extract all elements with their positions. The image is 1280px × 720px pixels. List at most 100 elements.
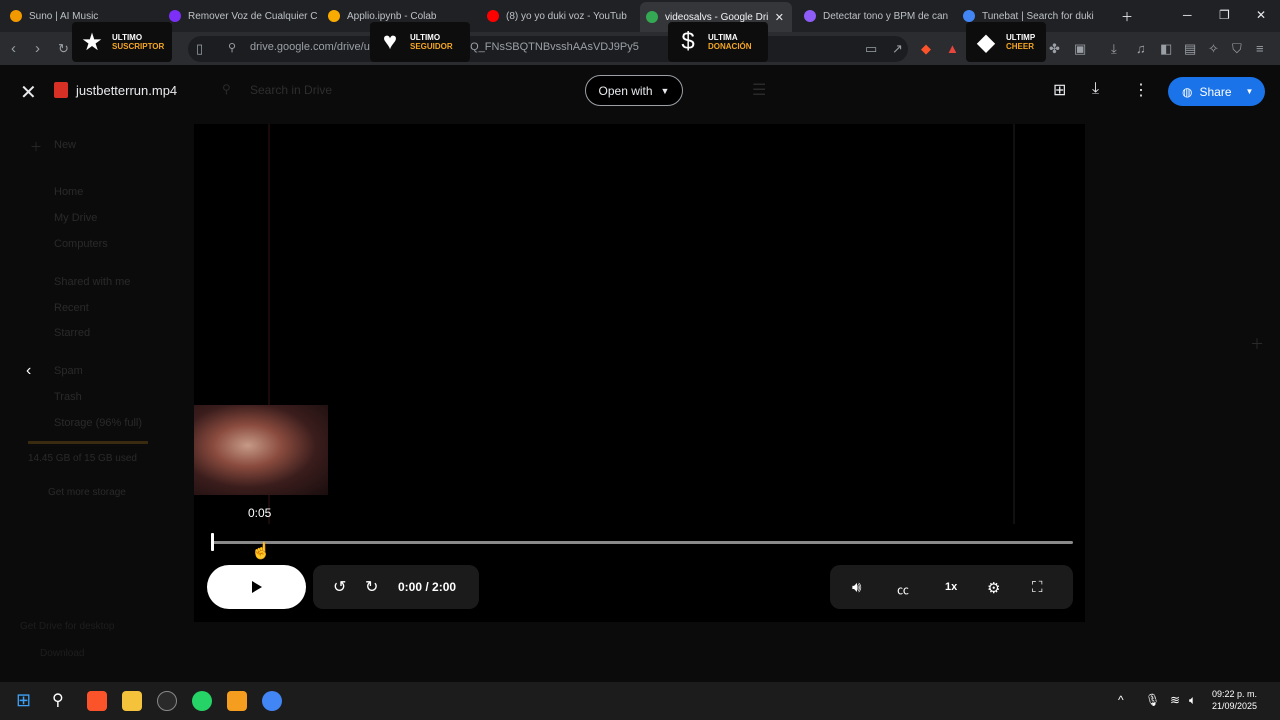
address-bar-row: ‹ › ↻ (0, 32, 1280, 65)
ai-sparkle-icon[interactable]: ✧ (1208, 41, 1219, 57)
tunebat-icon (963, 10, 975, 22)
volume-icon[interactable]: 🔊︎ (852, 579, 861, 596)
open-with-label: Open with (598, 83, 653, 98)
tab-title: Applio.ipynb - Colab (347, 10, 437, 22)
forward-icon[interactable]: › (35, 40, 40, 57)
tab-title: Detectar tono y BPM de can (823, 10, 949, 22)
close-viewer-icon[interactable]: ✕ (20, 80, 37, 105)
overlay-label: ULTIMA (708, 33, 738, 42)
scrub-preview-time: 0:05 (248, 506, 272, 520)
overlay-last-cheer: ◆ ULTIMP CHEER (966, 22, 1046, 62)
back-icon[interactable]: ‹ (11, 40, 16, 57)
sidebar-item-recent: Recent (54, 302, 89, 314)
star-icon: ★ (81, 28, 103, 56)
chrome-icon[interactable] (262, 691, 282, 711)
brave-browser-icon[interactable] (87, 691, 107, 711)
desktop-promo: Get Drive for desktop (20, 621, 115, 632)
overlay-label: ULTIMO (112, 33, 143, 42)
brave-rewards-icon[interactable]: ▲ (946, 41, 959, 56)
colab-icon (328, 10, 340, 22)
new-tab-button[interactable]: ＋ (1121, 8, 1133, 25)
seek-handle[interactable] (211, 533, 214, 551)
fl-studio-icon[interactable] (227, 691, 247, 711)
site-info-icon[interactable]: ⚲ (228, 41, 236, 54)
windows-start-icon[interactable]: ⊞ (16, 690, 31, 711)
wifi-icon[interactable]: ≋ (1170, 693, 1180, 707)
captions-icon[interactable]: ㏄ (897, 581, 909, 598)
tray-overflow-icon[interactable]: ^ (1118, 693, 1124, 707)
more-options-icon[interactable]: ⋮ (1133, 80, 1149, 100)
wallet-icon[interactable]: ▤ (1184, 41, 1196, 57)
overlay-last-subscriber: ★ ULTIMO SUSCRIPTOR (72, 22, 172, 62)
sidebar-item-starred: Starred (54, 327, 91, 339)
spotify-like-icon[interactable] (157, 691, 177, 711)
playback-speed-button[interactable]: 1x (945, 581, 957, 593)
download-icon[interactable]: ⤓ (1092, 80, 1099, 98)
settings-gear-icon[interactable]: ⚙ (987, 579, 1000, 597)
video-player[interactable] (194, 124, 1085, 622)
share-dropdown-icon[interactable]: ▼ (1246, 87, 1254, 96)
extension-box-icon[interactable]: ▣ (1074, 41, 1086, 57)
brave-shield-icon[interactable]: ◆ (921, 41, 931, 57)
seek-bar[interactable] (212, 541, 1073, 544)
add-comment-icon[interactable]: ⊞ (1053, 80, 1066, 100)
scrub-preview-thumbnail (194, 405, 328, 495)
taskbar-search-icon[interactable]: ⚲ (52, 690, 64, 710)
overlay-value: SEGUIDOR (410, 42, 453, 51)
fullscreen-icon[interactable]: ⛶ (1032, 579, 1043, 596)
close-tab-icon[interactable]: ✕ (775, 11, 784, 24)
tab-title: Remover Voz de Cualquier C (188, 10, 318, 22)
bookmark-icon[interactable]: ▯ (196, 41, 203, 57)
tab-title: videosalvs - Google Dri (665, 11, 769, 23)
download-app-button: Download (40, 648, 85, 659)
youtube-icon (487, 10, 499, 22)
clock-time: 09:22 p. m. (1212, 689, 1258, 699)
open-with-button[interactable]: Open with ▼ (585, 75, 683, 106)
vpn-shield-icon[interactable]: ⛉ (1232, 41, 1242, 57)
share-label: Share (1199, 84, 1232, 99)
tab-title: (8) yo yo duki voz - YouTub (506, 10, 627, 22)
menu-icon[interactable]: ≡ (1256, 41, 1264, 56)
tab-title: Suno | AI Music (29, 10, 99, 22)
browser-tab[interactable]: (8) yo yo duki voz - YouTub (481, 4, 636, 28)
collapse-sidebar-icon[interactable]: ‹ (26, 362, 31, 380)
filter-icon: ☰ (752, 82, 767, 99)
storage-text: 14.45 GB of 15 GB used (28, 453, 137, 464)
browser-tab[interactable]: Remover Voz de Cualquier C (163, 4, 318, 28)
minimize-button[interactable]: ─ (1183, 8, 1192, 22)
reload-icon[interactable]: ↻ (58, 41, 69, 57)
downloads-icon[interactable]: ⤓ (1111, 41, 1117, 57)
tab-title: Tunebat | Search for duki (982, 10, 1094, 22)
cast-icon[interactable]: ▭ (865, 41, 877, 57)
close-window-button[interactable]: ✕ (1256, 8, 1266, 22)
globe-icon: ◍ (1182, 84, 1193, 99)
forward-10-icon[interactable]: ↻ (365, 577, 378, 597)
rewind-10-icon[interactable]: ↺ (333, 577, 346, 597)
whatsapp-icon[interactable] (192, 691, 212, 711)
microphone-icon[interactable]: 🎙︎ (1145, 693, 1160, 707)
new-icon: ＋ (30, 140, 43, 154)
new-button: New (54, 139, 77, 151)
speaker-icon[interactable]: 🔈︎ (1189, 693, 1196, 708)
maximize-button[interactable]: ❐ (1219, 8, 1230, 22)
extensions-icon[interactable]: ✤ (1049, 41, 1060, 57)
mouse-cursor-icon: ☝ (251, 543, 271, 560)
sidebar-item-shared: Shared with me (54, 276, 131, 288)
file-explorer-icon[interactable] (122, 691, 142, 711)
chevron-down-icon: ▼ (660, 85, 670, 96)
overlay-label: ULTIMO (410, 33, 441, 42)
timecode: 0:00 / 2:00 (398, 580, 457, 594)
sidebar-item-storage: Storage (96% full) (54, 417, 143, 429)
heart-icon: ♥ (382, 28, 398, 55)
share-page-icon[interactable]: ↗ (892, 41, 903, 57)
overlay-value: CHEER (1006, 42, 1035, 51)
play-button[interactable] (207, 565, 306, 609)
share-button[interactable]: ◍ Share ▼ (1168, 77, 1265, 106)
taskbar-clock[interactable]: 09:22 p. m. 21/09/2025 (1212, 688, 1257, 712)
browser-tab[interactable]: Detectar tono y BPM de can (798, 4, 953, 28)
search-input: Search in Drive (250, 83, 333, 97)
sidebar-item-trash: Trash (54, 391, 82, 403)
sidebar-toggle-icon[interactable]: ◧ (1160, 41, 1172, 57)
music-icon[interactable]: ♫ (1136, 41, 1146, 56)
overlay-value: DONACIÓN (708, 42, 752, 51)
